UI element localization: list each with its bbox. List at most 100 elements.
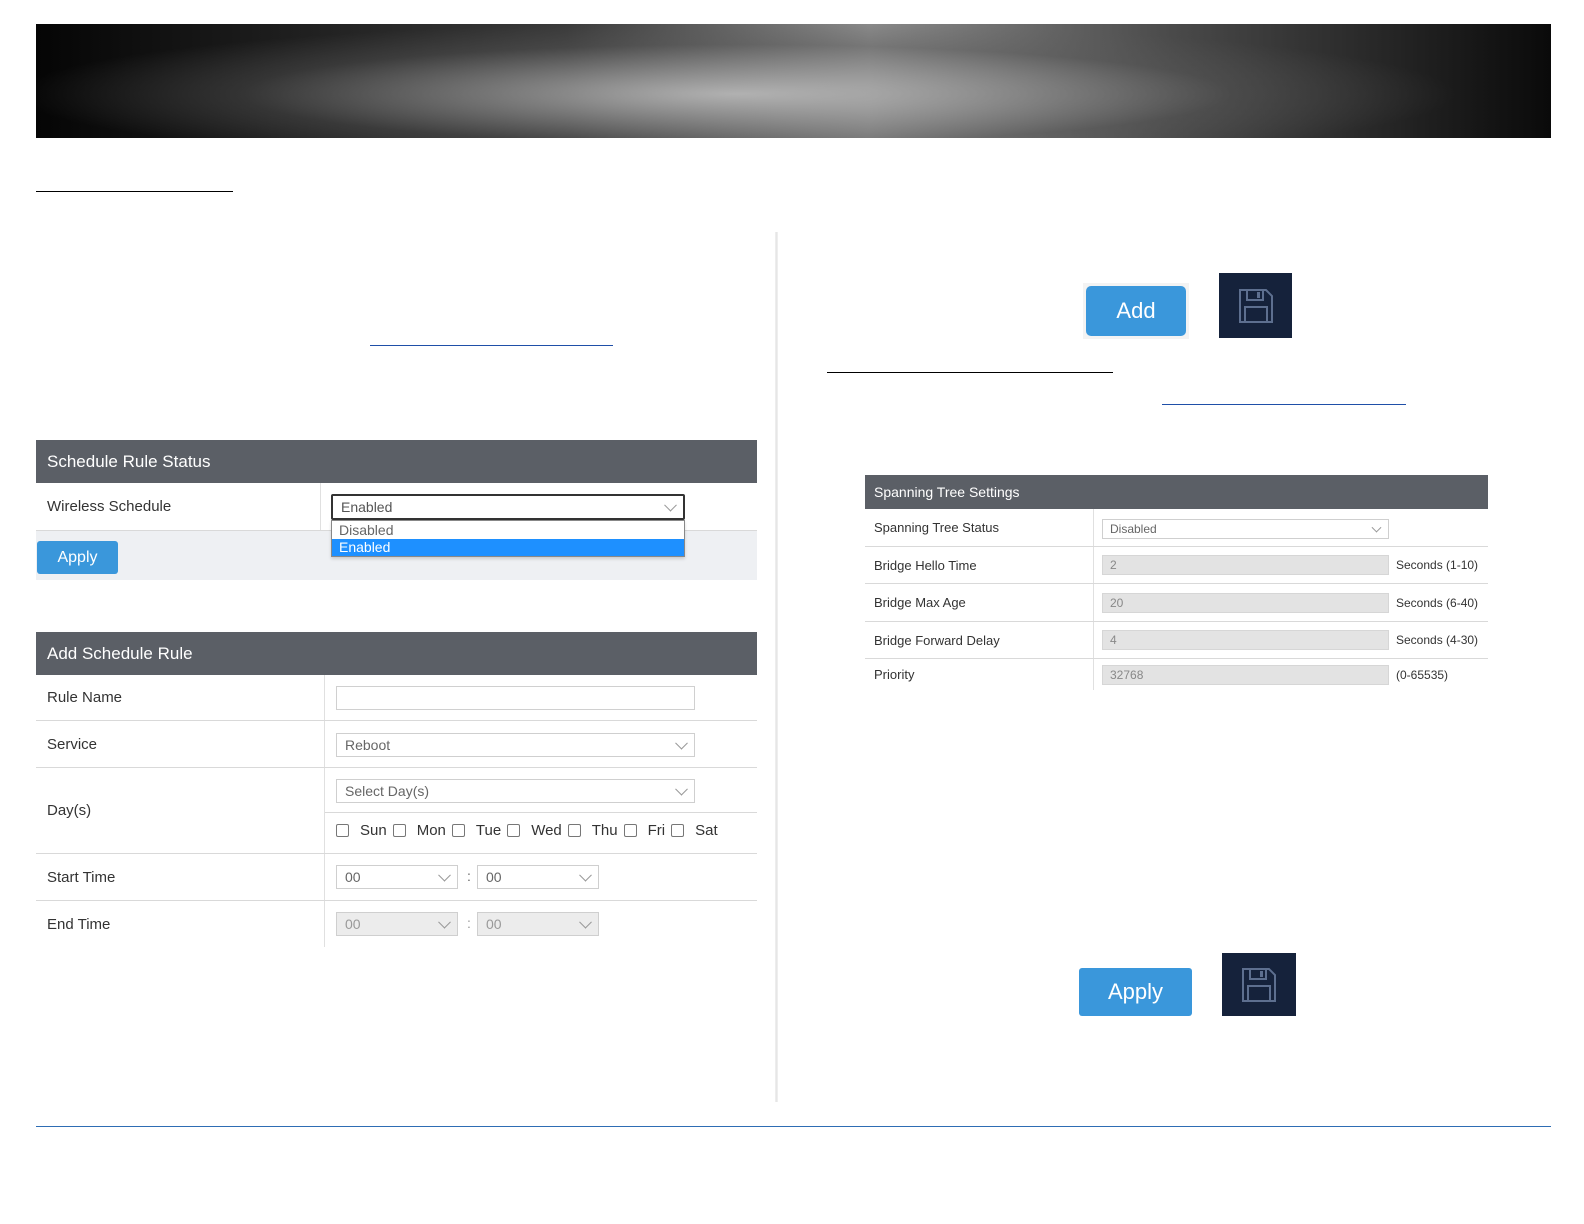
day-wed[interactable]: Wed — [507, 822, 568, 839]
day-label: Mon — [416, 822, 446, 839]
bridge-hello-input[interactable]: 2 — [1102, 555, 1389, 575]
chevron-down-icon — [579, 915, 592, 929]
add-schedule-rule-panel: Add Schedule Rule Rule Name Service Rebo… — [36, 632, 757, 947]
link-underline-right[interactable] — [1162, 404, 1406, 405]
day-thu[interactable]: Thu — [567, 822, 624, 839]
add-button[interactable]: Add — [1086, 286, 1186, 336]
bridge-forward-delay-input[interactable]: 4 — [1102, 630, 1389, 650]
day-label: Tue — [475, 822, 502, 839]
days-inner-divider — [325, 812, 757, 813]
bridge-max-age-input[interactable]: 20 — [1102, 592, 1389, 613]
day-tue[interactable]: Tue — [451, 822, 507, 839]
section-heading-underline-right — [827, 372, 1113, 373]
day-label: Fri — [647, 822, 666, 839]
chevron-down-icon — [675, 782, 688, 796]
service-label: Service — [47, 735, 98, 753]
end-time-label: End Time — [47, 915, 111, 933]
priority-unit: (0-65535) — [1396, 667, 1449, 682]
bridge-max-age-label: Bridge Max Age — [874, 595, 966, 610]
start-minute-value: 00 — [486, 869, 502, 885]
time-separator: : — [467, 915, 471, 931]
checkbox[interactable] — [623, 824, 637, 837]
wireless-schedule-label: Wireless Schedule — [47, 498, 172, 515]
panel-header: Spanning Tree Settings — [865, 475, 1488, 509]
schedule-rule-status-panel: Schedule Rule Status Wireless Schedule A… — [36, 440, 757, 580]
bridge-max-age-unit: Seconds (6-40) — [1396, 595, 1479, 610]
column-divider — [775, 232, 778, 1102]
chevron-down-icon — [675, 736, 688, 750]
bridge-forward-delay-unit: Seconds (4-30) — [1396, 633, 1479, 647]
checkbox[interactable] — [451, 824, 465, 837]
chevron-down-icon — [438, 868, 451, 882]
bridge-forward-delay-row: Bridge Forward Delay 4 Seconds (4-30) — [865, 622, 1488, 659]
day-fri[interactable]: Fri — [623, 822, 672, 839]
rule-name-label: Rule Name — [47, 689, 123, 706]
days-select[interactable]: Select Day(s) — [336, 779, 695, 803]
service-value: Reboot — [345, 737, 391, 753]
start-time-label: Start Time — [47, 868, 116, 886]
bridge-hello-row: Bridge Hello Time 2 Seconds (1-10) — [865, 547, 1488, 584]
panel-title: Spanning Tree Settings — [874, 484, 1020, 500]
service-select[interactable]: Reboot — [336, 733, 695, 757]
end-minute-value: 00 — [486, 916, 502, 932]
days-select-value: Select Day(s) — [345, 783, 430, 799]
rule-name-input[interactable] — [336, 686, 695, 710]
days-checkbox-group: Sun Mon Tue Wed Thu Fri Sat — [336, 822, 724, 839]
header-banner — [36, 24, 1551, 138]
chevron-down-icon — [1371, 522, 1382, 533]
start-minute-select[interactable]: 00 — [477, 865, 599, 889]
checkbox[interactable] — [392, 824, 406, 837]
day-label: Thu — [591, 822, 618, 839]
day-label: Wed — [531, 822, 562, 839]
chevron-down-icon — [579, 868, 592, 882]
time-separator: : — [467, 868, 471, 884]
save-icon — [1242, 967, 1276, 1002]
day-sat[interactable]: Sat — [671, 822, 724, 839]
end-hour-select[interactable]: 00 — [336, 912, 458, 936]
priority-input[interactable]: 32768 — [1102, 664, 1389, 685]
priority-label: Priority — [874, 667, 915, 682]
save-icon — [1238, 288, 1273, 323]
save-icon-tile[interactable] — [1219, 273, 1292, 338]
bridge-forward-delay-label: Bridge Forward Delay — [874, 632, 1000, 648]
day-sun[interactable]: Sun — [336, 822, 393, 839]
column-separator — [320, 483, 321, 530]
section-heading-underline — [36, 191, 233, 192]
save-icon-tile[interactable] — [1222, 953, 1296, 1016]
footer-line — [36, 1126, 1551, 1127]
checkbox[interactable] — [336, 824, 349, 837]
start-hour-select[interactable]: 00 — [336, 865, 458, 889]
days-label: Day(s) — [47, 802, 92, 819]
wireless-schedule-select[interactable]: Enabled — [331, 494, 685, 520]
bridge-hello-unit: Seconds (1-10) — [1396, 558, 1479, 572]
selected-value: Enabled — [341, 499, 393, 515]
link-underline-left[interactable] — [370, 345, 613, 346]
spanning-tree-status-label: Spanning Tree Status — [874, 520, 1000, 535]
bridge-max-age-row: Bridge Max Age 20 Seconds (6-40) — [865, 584, 1488, 622]
spanning-tree-status-select[interactable]: Disabled — [1102, 519, 1389, 539]
priority-row: Priority 32768 (0-65535) — [865, 659, 1488, 690]
panel-title: Schedule Rule Status — [47, 451, 211, 471]
panel-header: Add Schedule Rule — [36, 632, 757, 675]
day-label: Sat — [695, 822, 718, 839]
day-mon[interactable]: Mon — [392, 822, 452, 839]
checkbox[interactable] — [567, 824, 581, 837]
end-hour-value: 00 — [345, 916, 361, 932]
apply-button[interactable]: Apply — [37, 541, 118, 574]
spanning-tree-status-value: Disabled — [1110, 522, 1157, 536]
bridge-hello-label: Bridge Hello Time — [874, 557, 977, 573]
dropdown-option-disabled[interactable]: Disabled — [332, 521, 684, 539]
day-label: Sun — [360, 822, 387, 839]
end-minute-select[interactable]: 00 — [477, 912, 599, 936]
chevron-down-icon — [664, 498, 677, 512]
panel-title: Add Schedule Rule — [47, 643, 193, 663]
spanning-tree-panel: Spanning Tree Settings Spanning Tree Sta… — [865, 475, 1488, 690]
start-hour-value: 00 — [345, 869, 361, 885]
apply-button-large[interactable]: Apply — [1079, 968, 1192, 1016]
chevron-down-icon — [438, 915, 451, 929]
dropdown-option-enabled[interactable]: Enabled — [332, 539, 684, 556]
checkbox[interactable] — [671, 824, 685, 837]
panel-header: Schedule Rule Status — [36, 440, 757, 483]
wireless-schedule-dropdown: Disabled Enabled — [331, 520, 685, 557]
checkbox[interactable] — [507, 824, 521, 837]
